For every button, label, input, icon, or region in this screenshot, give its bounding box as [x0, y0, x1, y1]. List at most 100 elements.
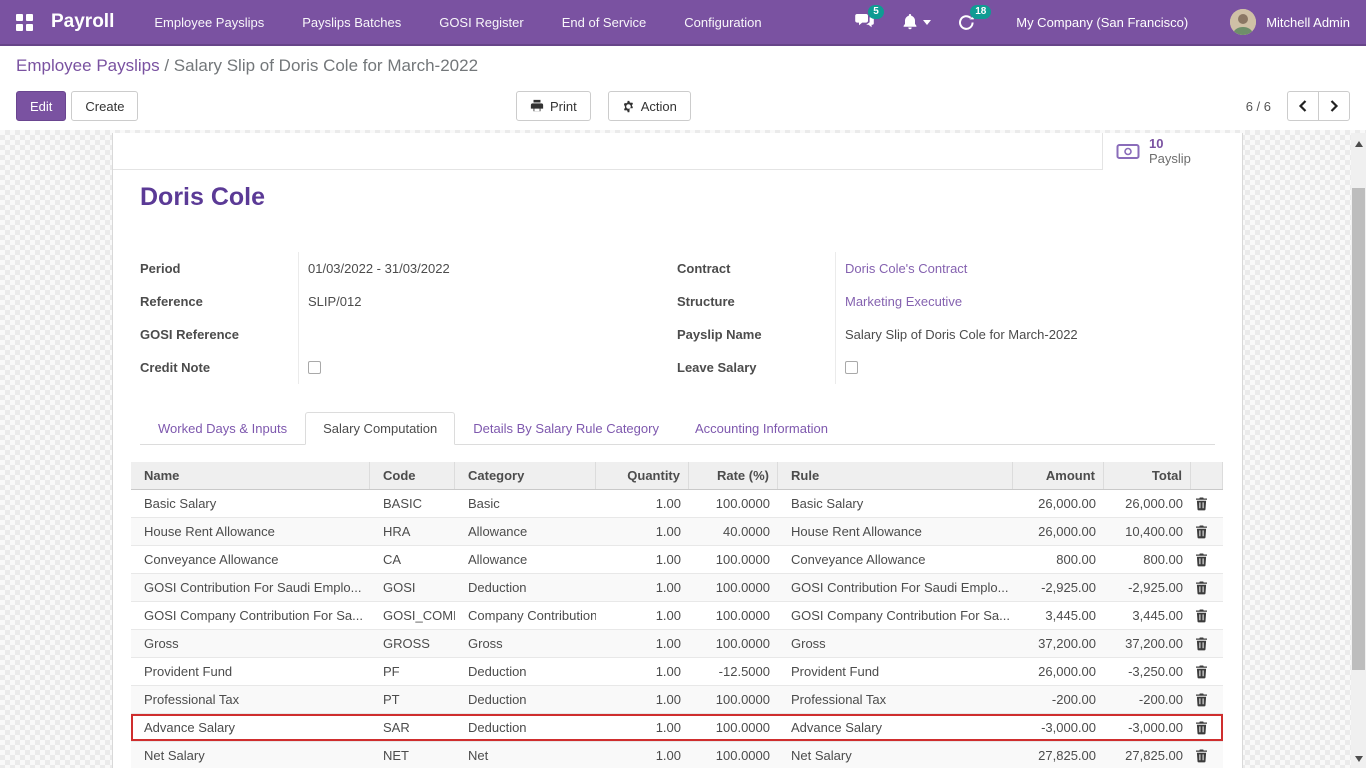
user-menu[interactable]: Mitchell Admin	[1266, 15, 1350, 30]
cell-rule: Basic Salary	[778, 496, 1013, 511]
cell-code: PT	[370, 692, 455, 707]
top-navbar: Payroll Employee Payslips Payslips Batch…	[0, 0, 1366, 46]
delete-row-button[interactable]	[1191, 665, 1223, 679]
column-header-name[interactable]: Name	[131, 462, 370, 489]
table-row[interactable]: GOSI Company Contribution For Sa...GOSI_…	[131, 602, 1223, 630]
delete-row-button[interactable]	[1191, 721, 1223, 735]
breadcrumb-separator: /	[160, 56, 174, 75]
form-sheet: 10 Payslip Doris Cole Period 01/03/2022 …	[112, 133, 1243, 768]
create-button[interactable]: Create	[71, 91, 138, 121]
app-title[interactable]: Payroll	[51, 11, 114, 33]
cell-amount: -200.00	[1013, 692, 1104, 707]
table-row[interactable]: Advance SalarySARDeduction1.00100.0000Ad…	[131, 714, 1223, 742]
content-area: 10 Payslip Doris Cole Period 01/03/2022 …	[0, 130, 1366, 768]
cell-rule: House Rent Allowance	[778, 524, 1013, 539]
table-row[interactable]: GOSI Contribution For Saudi Emplo...GOSI…	[131, 574, 1223, 602]
cell-name: Provident Fund	[131, 664, 370, 679]
cell-name: Conveyance Allowance	[131, 552, 370, 567]
delete-row-button[interactable]	[1191, 553, 1223, 567]
table-row[interactable]: Professional TaxPTDeduction1.00100.0000P…	[131, 686, 1223, 714]
cell-category: Allowance	[455, 524, 596, 539]
credit-note-checkbox[interactable]	[308, 361, 321, 374]
print-button[interactable]: Print	[516, 91, 591, 121]
tab-worked-days-inputs[interactable]: Worked Days & Inputs	[140, 412, 305, 445]
column-header-total[interactable]: Total	[1104, 462, 1191, 489]
cell-rate: 100.0000	[689, 608, 778, 623]
cell-rate: 100.0000	[689, 552, 778, 567]
delete-row-button[interactable]	[1191, 497, 1223, 511]
cell-category: Gross	[455, 636, 596, 651]
activities-button[interactable]: 18	[957, 13, 976, 32]
tab-details-by-salary-rule-category[interactable]: Details By Salary Rule Category	[455, 412, 677, 445]
cell-category: Deduction	[455, 580, 596, 595]
cell-category: Company Contribution	[455, 608, 596, 623]
table-row[interactable]: House Rent AllowanceHRAAllowance1.0040.0…	[131, 518, 1223, 546]
control-panel: Employee Payslips / Salary Slip of Doris…	[0, 46, 1366, 130]
notebook-tabs: Worked Days & Inputs Salary Computation …	[140, 411, 1215, 445]
action-button[interactable]: Action	[608, 91, 691, 121]
column-header-code[interactable]: Code	[370, 462, 455, 489]
column-header-rule[interactable]: Rule	[778, 462, 1013, 489]
delete-row-button[interactable]	[1191, 581, 1223, 595]
menu-configuration[interactable]: Configuration	[684, 15, 761, 30]
cell-name: GOSI Contribution For Saudi Emplo...	[131, 580, 370, 595]
contract-link[interactable]: Doris Cole's Contract	[845, 261, 967, 276]
pager-next-button[interactable]	[1318, 91, 1350, 121]
column-header-quantity[interactable]: Quantity	[596, 462, 689, 489]
cell-category: Basic	[455, 496, 596, 511]
notifications-button[interactable]	[902, 13, 931, 31]
cell-quantity: 1.00	[596, 664, 689, 679]
table-row[interactable]: GrossGROSSGross1.00100.0000Gross37,200.0…	[131, 630, 1223, 658]
scrollbar-up-arrow[interactable]	[1351, 136, 1366, 151]
table-row[interactable]: Conveyance AllowanceCAAllowance1.00100.0…	[131, 546, 1223, 574]
cell-amount: 26,000.00	[1013, 664, 1104, 679]
apps-menu-icon[interactable]	[16, 14, 33, 31]
avatar[interactable]	[1230, 9, 1256, 35]
company-switcher[interactable]: My Company (San Francisco)	[1016, 15, 1188, 30]
menu-gosi-register[interactable]: GOSI Register	[439, 15, 524, 30]
delete-row-button[interactable]	[1191, 525, 1223, 539]
field-group-right: Contract Doris Cole's Contract Structure…	[677, 252, 1222, 384]
vertical-scrollbar[interactable]	[1351, 133, 1366, 768]
table-row[interactable]: Basic SalaryBASICBasic1.00100.0000Basic …	[131, 490, 1223, 518]
menu-employee-payslips[interactable]: Employee Payslips	[154, 15, 264, 30]
cell-rule: Advance Salary	[778, 720, 1013, 735]
structure-link[interactable]: Marketing Executive	[845, 294, 962, 309]
cell-total: -3,250.00	[1104, 664, 1191, 679]
column-header-rate[interactable]: Rate (%)	[689, 462, 778, 489]
tab-accounting-information[interactable]: Accounting Information	[677, 412, 846, 445]
cell-rate: 100.0000	[689, 496, 778, 511]
delete-row-button[interactable]	[1191, 749, 1223, 763]
table-row[interactable]: Provident FundPFDeduction1.00-12.5000Pro…	[131, 658, 1223, 686]
scrollbar-thumb[interactable]	[1352, 188, 1365, 670]
column-header-delete	[1191, 462, 1223, 489]
cell-total: 800.00	[1104, 552, 1191, 567]
column-header-amount[interactable]: Amount	[1013, 462, 1104, 489]
payslip-label: Payslip	[1149, 152, 1191, 167]
cell-rule: Professional Tax	[778, 692, 1013, 707]
pager-counter: 6 / 6	[1246, 99, 1271, 114]
menu-end-of-service[interactable]: End of Service	[562, 15, 647, 30]
table-row[interactable]: Net SalaryNETNet1.00100.0000Net Salary27…	[131, 742, 1223, 768]
pager-previous-button[interactable]	[1287, 91, 1318, 121]
tab-salary-computation[interactable]: Salary Computation	[305, 412, 455, 445]
delete-row-button[interactable]	[1191, 609, 1223, 623]
column-header-category[interactable]: Category	[455, 462, 596, 489]
cell-amount: 3,445.00	[1013, 608, 1104, 623]
delete-row-button[interactable]	[1191, 637, 1223, 651]
messages-button[interactable]: 5	[855, 13, 876, 31]
cell-quantity: 1.00	[596, 748, 689, 763]
payslip-smart-button[interactable]: 10 Payslip	[1102, 133, 1242, 170]
scrollbar-down-arrow[interactable]	[1351, 751, 1366, 766]
edit-button[interactable]: Edit	[16, 91, 66, 121]
breadcrumb: Employee Payslips / Salary Slip of Doris…	[16, 56, 478, 76]
cell-code: PF	[370, 664, 455, 679]
cell-quantity: 1.00	[596, 580, 689, 595]
leave-salary-checkbox[interactable]	[845, 361, 858, 374]
cell-amount: 800.00	[1013, 552, 1104, 567]
cell-code: BASIC	[370, 496, 455, 511]
menu-payslips-batches[interactable]: Payslips Batches	[302, 15, 401, 30]
delete-row-button[interactable]	[1191, 693, 1223, 707]
breadcrumb-parent-link[interactable]: Employee Payslips	[16, 56, 160, 75]
field-payslip-name: Payslip Name Salary Slip of Doris Cole f…	[677, 318, 1222, 351]
